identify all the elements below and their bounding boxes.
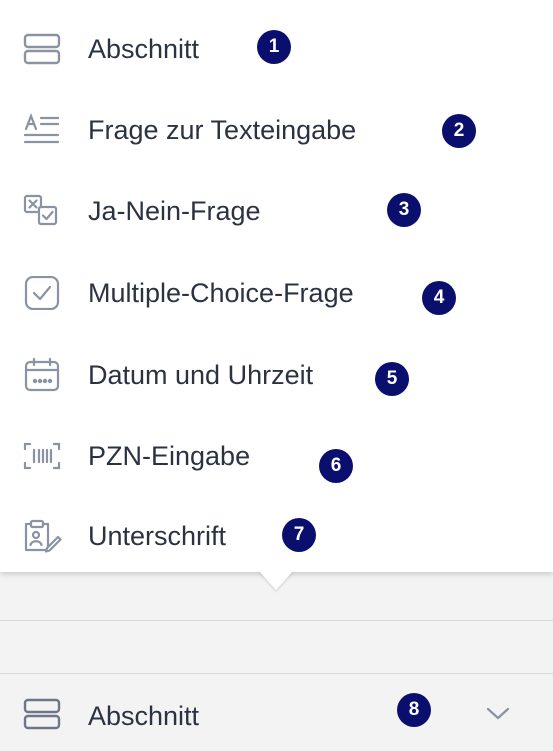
callout-badge: 8 (397, 693, 431, 727)
chevron-down-icon[interactable] (484, 701, 512, 725)
insert-element-menu: Abschnitt 1 Frage zur Texteingabe 2 Ja-N… (0, 0, 553, 572)
menu-item-yes-no-question[interactable]: Ja-Nein-Frage (0, 176, 553, 246)
menu-item-label: PZN-Eingabe (88, 441, 251, 471)
menu-item-multiple-choice-question[interactable]: Multiple-Choice-Frage (0, 258, 553, 328)
barcode-scan-icon (22, 439, 62, 473)
menu-item-date-time[interactable]: Datum und Uhrzeit (0, 340, 553, 410)
callout-badge: 2 (442, 114, 476, 148)
menu-item-label: Abschnitt (88, 34, 200, 64)
callout-badge: 3 (387, 193, 421, 227)
popup-pointer (258, 570, 294, 590)
section-row-label: Abschnitt (88, 701, 200, 731)
checkbox-icon (22, 276, 62, 310)
menu-item-label: Unterschrift (88, 521, 227, 551)
section-icon (22, 32, 62, 66)
divider (0, 673, 553, 674)
callout-badge: 7 (282, 518, 316, 552)
menu-item-label: Frage zur Texteingabe (88, 115, 357, 145)
section-row[interactable]: Abschnitt (0, 685, 553, 751)
section-icon (22, 697, 62, 731)
callout-badge: 5 (375, 362, 409, 396)
menu-item-label: Multiple-Choice-Frage (88, 278, 354, 308)
signature-icon (22, 519, 62, 553)
menu-item-label: Ja-Nein-Frage (88, 196, 261, 226)
callout-badge: 1 (257, 30, 291, 64)
menu-item-label: Datum und Uhrzeit (88, 360, 314, 390)
divider (0, 620, 553, 621)
text-input-icon (22, 113, 62, 147)
calendar-icon (22, 358, 62, 392)
yes-no-icon (22, 194, 62, 228)
callout-badge: 6 (319, 449, 353, 483)
callout-badge: 4 (422, 281, 456, 315)
menu-item-pzn-input[interactable]: PZN-Eingabe (0, 421, 553, 491)
menu-item-signature[interactable]: Unterschrift (0, 501, 553, 571)
